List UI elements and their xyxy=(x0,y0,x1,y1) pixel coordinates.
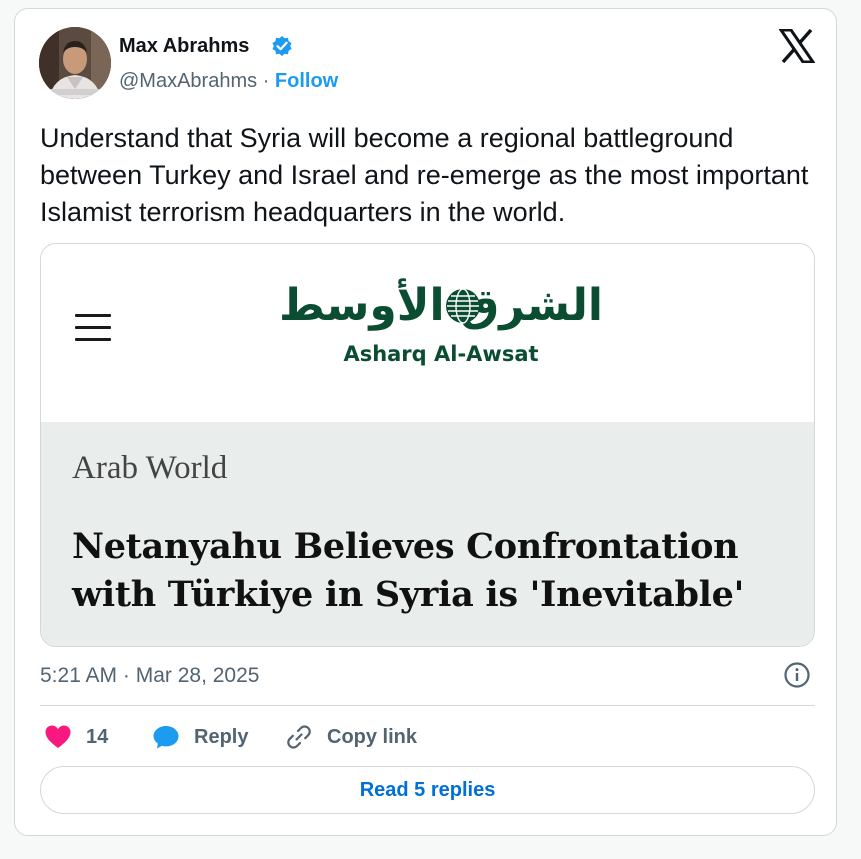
author-name[interactable]: Max Abrahms xyxy=(119,35,249,58)
avatar[interactable] xyxy=(39,27,111,99)
tweet-card: Max Abrahms @MaxAbrahms · Follow Underst… xyxy=(14,8,837,836)
read-replies-button[interactable]: Read 5 replies xyxy=(40,766,815,814)
info-icon[interactable] xyxy=(783,661,811,689)
publisher-logo-latin: Asharq Al-Awsat xyxy=(343,342,539,366)
tweet-timestamp[interactable]: 5:21 AM · Mar 28, 2025 xyxy=(40,664,259,688)
heart-icon xyxy=(45,725,71,748)
link-icon xyxy=(287,725,311,749)
verified-badge-icon xyxy=(272,36,292,56)
follow-button[interactable]: Follow xyxy=(275,70,338,92)
publisher-logo-arabic: الشرق الأوسط xyxy=(279,280,603,331)
article-section: Arab World xyxy=(72,450,228,486)
preview-header: الشرق الأوسط Asharq Al-Awsat xyxy=(41,244,814,422)
x-logo-icon[interactable] xyxy=(779,29,815,63)
globe-logo-icon xyxy=(446,288,480,324)
divider xyxy=(40,705,815,706)
article-headline: Netanyahu Believes Confrontation with Tü… xyxy=(72,526,745,615)
speech-bubble-icon xyxy=(153,726,179,749)
copy-link-button[interactable]: Copy link xyxy=(285,722,417,752)
reply-button[interactable]: Reply xyxy=(152,722,248,752)
hamburger-menu-icon xyxy=(75,314,111,344)
preview-body: Arab World Netanyahu Believes Confrontat… xyxy=(41,422,814,646)
copy-link-label: Copy link xyxy=(327,725,418,748)
reply-label: Reply xyxy=(194,725,249,748)
author-handle[interactable]: @MaxAbrahms xyxy=(119,70,257,92)
like-count: 14 xyxy=(86,725,109,748)
like-button[interactable]: 14 xyxy=(44,722,108,752)
handle-separator: · xyxy=(262,70,270,92)
handle-row: @MaxAbrahms · Follow xyxy=(119,70,338,93)
link-preview-card[interactable]: الشرق الأوسط Asharq Al-Awsat Arab World … xyxy=(40,243,815,647)
tweet-text: Understand that Syria will become a regi… xyxy=(40,123,809,227)
